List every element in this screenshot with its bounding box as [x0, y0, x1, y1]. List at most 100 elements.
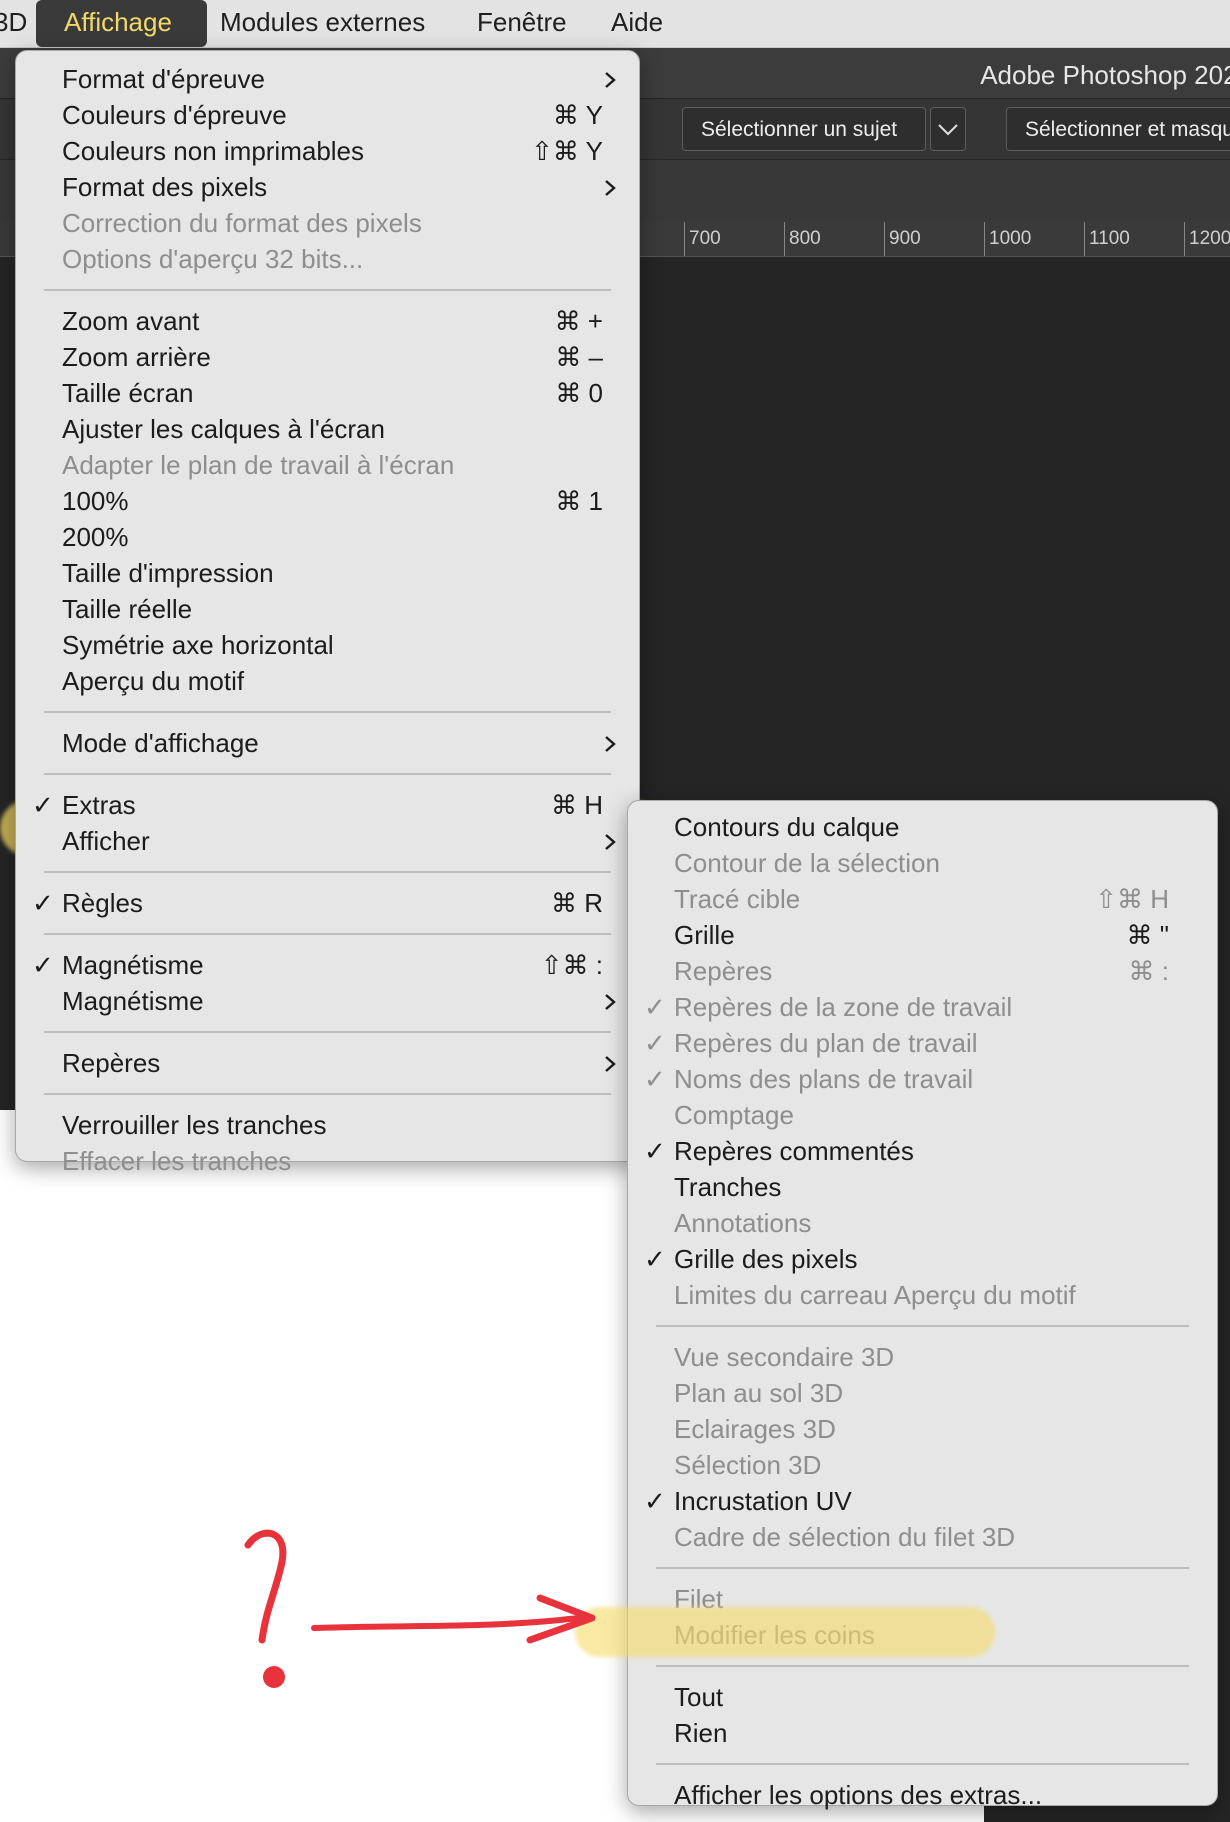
menu-item-reperes-commentes[interactable]: ✓ Repères commentés	[628, 1133, 1217, 1169]
menu-item-label: Contours du calque	[674, 812, 900, 842]
menu-item-extras[interactable]: ✓ Extras ⌘ H	[16, 787, 639, 823]
check-icon: ✓	[32, 790, 54, 820]
menu-item-label: Adapter le plan de travail à l'écran	[62, 450, 455, 480]
ruler-tick: 1200	[1184, 222, 1230, 256]
menu-item-label: 100%	[62, 486, 129, 516]
highlight-modifier-les-coins	[575, 1607, 995, 1657]
menu-item-tranches[interactable]: Tranches	[628, 1169, 1217, 1205]
menu-item-limites-du-carreau-apercu-du-motif: Limites du carreau Aperçu du motif	[628, 1277, 1217, 1313]
menu-modules-externes[interactable]: Modules externes	[220, 7, 425, 38]
menu-item-200[interactable]: 200%	[16, 519, 639, 555]
menu-separator	[656, 1763, 1189, 1765]
menu-item-apercu-du-motif[interactable]: Aperçu du motif	[16, 663, 639, 699]
ruler-tick: 1000	[984, 222, 1031, 256]
check-icon: ✓	[644, 1486, 666, 1516]
menu-item-label: Verrouiller les tranches	[62, 1110, 327, 1140]
menu-item-label: Grille des pixels	[674, 1244, 858, 1274]
menu-item-reperes-du-plan-de-travail: ✓ Repères du plan de travail	[628, 1025, 1217, 1061]
menu-separator	[44, 289, 611, 291]
menu-item-mode-d-affichage[interactable]: Mode d'affichage	[16, 725, 639, 761]
chevron-right-icon	[603, 823, 617, 859]
affichage-menu: Format d'épreuve Couleurs d'épreuve ⌘ Y Cou…	[15, 50, 640, 1176]
menu-item-magnetisme[interactable]: Magnétisme	[16, 983, 639, 1019]
menu-item-shortcut: ⇧⌘ H	[1095, 884, 1169, 914]
menu-item-label: Repères de la zone de travail	[674, 992, 1013, 1022]
menu-item-verrouiller-les-tranches[interactable]: Verrouiller les tranches	[16, 1107, 639, 1143]
menu-item-taille-ecran[interactable]: Taille écran ⌘ 0	[16, 375, 639, 411]
menu-separator	[656, 1325, 1189, 1327]
menu-item-label: Aperçu du motif	[62, 666, 245, 696]
menu-item-label: Symétrie axe horizontal	[62, 630, 334, 660]
select-subject-dropdown[interactable]	[930, 107, 966, 151]
check-icon: ✓	[644, 1064, 666, 1094]
menu-item-afficher[interactable]: Afficher	[16, 823, 639, 859]
menu-bar: 3D Affichage Modules externes Fenêtre Ai…	[0, 0, 1230, 48]
menu-item-comptage: Comptage	[628, 1097, 1217, 1133]
menu-item-zoom-avant[interactable]: Zoom avant ⌘ +	[16, 303, 639, 339]
menu-item-label: Tranches	[674, 1172, 782, 1202]
menu-affichage[interactable]: Affichage	[64, 7, 172, 38]
menu-item-label: Tracé cible	[674, 884, 801, 914]
menu-item-reperes[interactable]: Repères	[16, 1045, 639, 1081]
menu-item-eclairages-3d: Eclairages 3D	[628, 1411, 1217, 1447]
menu-item-magnetisme[interactable]: ✓ Magnétisme ⇧⌘ :	[16, 947, 639, 983]
menu-item-label: Couleurs non imprimables	[62, 136, 365, 166]
chevron-right-icon	[603, 61, 617, 97]
menu-item-label: Magnétisme	[62, 950, 204, 980]
menu-item-taille-d-impression[interactable]: Taille d'impression	[16, 555, 639, 591]
menu-item-noms-des-plans-de-travail: ✓ Noms des plans de travail	[628, 1061, 1217, 1097]
select-subject-button[interactable]: Sélectionner un sujet	[682, 107, 926, 151]
chevron-right-icon	[603, 983, 617, 1019]
menu-item-label: Repères	[62, 1048, 161, 1078]
select-and-mask-button[interactable]: Sélectionner et masquer...	[1006, 107, 1230, 151]
check-icon: ✓	[32, 950, 54, 980]
menu-item-cadre-de-selection-du-filet-3d: Cadre de sélection du filet 3D	[628, 1519, 1217, 1555]
menu-fenetre[interactable]: Fenêtre	[477, 7, 567, 38]
menu-aide[interactable]: Aide	[611, 7, 663, 38]
menu-item-shortcut: ⌘ "	[1126, 920, 1169, 950]
menu-item-label: Vue secondaire 3D	[674, 1342, 895, 1372]
menu-item-label: Contour de la sélection	[674, 848, 940, 878]
menu-3d[interactable]: 3D	[0, 7, 27, 38]
menu-item-couleurs-non-imprimables[interactable]: Couleurs non imprimables ⇧⌘ Y	[16, 133, 639, 169]
menu-item-shortcut: ⌘ Y	[552, 100, 603, 130]
ruler-tick: 800	[784, 222, 821, 256]
menu-item-tout[interactable]: Tout	[628, 1679, 1217, 1715]
check-icon: ✓	[644, 992, 666, 1022]
menu-item-zoom-arriere[interactable]: Zoom arrière ⌘ –	[16, 339, 639, 375]
menu-item-label: 200%	[62, 522, 129, 552]
menu-item-label: Repères commentés	[674, 1136, 914, 1166]
menu-item-contour-de-la-selection: Contour de la sélection	[628, 845, 1217, 881]
menu-item-correction-du-format-des-pixels: Correction du format des pixels	[16, 205, 639, 241]
menu-item-label: Noms des plans de travail	[674, 1064, 974, 1094]
menu-item-label: Tout	[674, 1682, 724, 1712]
menu-item-adapter-le-plan-de-travail-a-l-ecran: Adapter le plan de travail à l'écran	[16, 447, 639, 483]
menu-item-label: Ajuster les calques à l'écran	[62, 414, 385, 444]
check-icon: ✓	[32, 888, 54, 918]
menu-item-label: Effacer les tranches	[62, 1146, 292, 1176]
menu-item-label: Comptage	[674, 1100, 794, 1130]
menu-item-ajuster-les-calques-a-l-ecran[interactable]: Ajuster les calques à l'écran	[16, 411, 639, 447]
menu-item-grille-des-pixels[interactable]: ✓ Grille des pixels	[628, 1241, 1217, 1277]
menu-item-reperes-de-la-zone-de-travail: ✓ Repères de la zone de travail	[628, 989, 1217, 1025]
menu-item-reperes: Repères ⌘ :	[628, 953, 1217, 989]
check-icon: ✓	[644, 1028, 666, 1058]
menu-item-regles[interactable]: ✓ Règles ⌘ R	[16, 885, 639, 921]
menu-item-100[interactable]: 100% ⌘ 1	[16, 483, 639, 519]
menu-item-couleurs-d-epreuve[interactable]: Couleurs d'épreuve ⌘ Y	[16, 97, 639, 133]
menu-item-vue-secondaire-3d: Vue secondaire 3D	[628, 1339, 1217, 1375]
chevron-down-icon	[938, 124, 958, 136]
chevron-right-icon	[603, 169, 617, 205]
menu-item-rien[interactable]: Rien	[628, 1715, 1217, 1751]
menu-item-contours-du-calque[interactable]: Contours du calque	[628, 809, 1217, 845]
ruler-tick: 700	[684, 222, 721, 256]
menu-item-symetrie-axe-horizontal[interactable]: Symétrie axe horizontal	[16, 627, 639, 663]
menu-item-taille-reelle[interactable]: Taille réelle	[16, 591, 639, 627]
menu-item-grille[interactable]: Grille ⌘ "	[628, 917, 1217, 953]
menu-item-label: Rien	[674, 1718, 728, 1748]
menu-item-format-d-epreuve[interactable]: Format d'épreuve	[16, 61, 639, 97]
menu-item-format-des-pixels[interactable]: Format des pixels	[16, 169, 639, 205]
menu-item-afficher-les-options-des-extras[interactable]: Afficher les options des extras...	[628, 1777, 1217, 1813]
menu-item-label: Règles	[62, 888, 143, 918]
menu-item-incrustation-uv[interactable]: ✓ Incrustation UV	[628, 1483, 1217, 1519]
